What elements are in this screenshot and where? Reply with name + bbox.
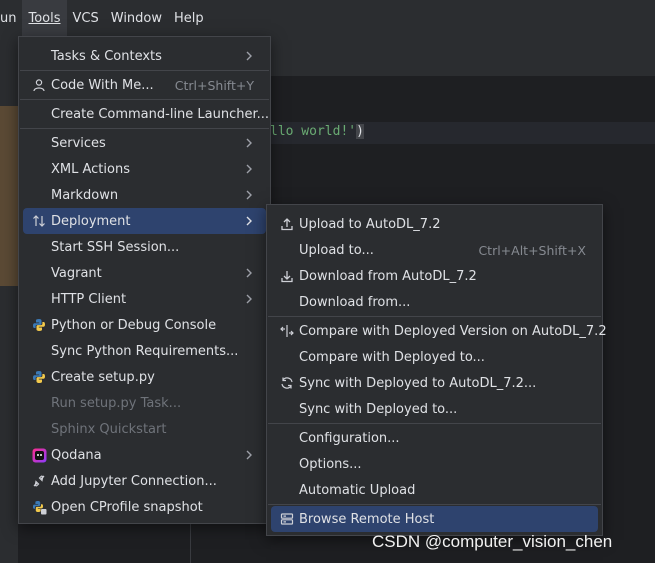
connection-icon [31,473,47,489]
menu-item-options[interactable]: Options... [271,451,598,477]
menu-item-python-console[interactable]: Python or Debug Console [23,312,266,338]
deployment-submenu: Upload to AutoDL_7.2 Upload to... Ctrl+A… [266,204,607,536]
menu-item-tasks-contexts[interactable]: Tasks & Contexts [23,43,266,69]
qodana-icon [31,447,47,463]
menu-item-open-cprofile[interactable]: Open CProfile snapshot [23,494,266,520]
python-icon [31,317,47,333]
menu-item-sync-deployed-to[interactable]: Sync with Deployed to... [271,396,598,422]
project-panel-strip [0,36,18,563]
menu-item-create-setup[interactable]: Create setup.py [23,364,266,390]
python-icon [31,369,47,385]
menu-item-download-from-autodl[interactable]: Download from AutoDL_7.2 [271,263,598,289]
menu-item-sphinx-quickstart: Sphinx Quickstart [51,421,167,437]
menu-item-xml-actions[interactable]: XML Actions [23,156,266,182]
code-line: llo world!') [270,124,364,139]
menu-item-code-with-me[interactable]: Code With Me... Ctrl+Shift+Y [23,72,266,98]
menu-item-qodana[interactable]: Qodana [23,442,266,468]
menu-item-configuration[interactable]: Configuration... [271,425,598,451]
menu-help[interactable]: Help [168,0,210,36]
user-icon [31,77,47,93]
tools-menu: Tasks & Contexts Code With Me... Ctrl+Sh… [18,36,271,524]
menu-item-add-jupyter[interactable]: Add Jupyter Connection... [23,468,266,494]
chevron-right-icon [246,216,252,226]
menu-tools[interactable]: Tools [22,0,67,36]
upload-icon [279,216,295,232]
menu-vcs[interactable]: VCS [67,0,105,36]
sync-icon [279,375,295,391]
chevron-right-icon [246,164,252,174]
menu-item-upload-to-autodl[interactable]: Upload to AutoDL_7.2 [271,211,598,237]
chevron-right-icon [246,190,252,200]
menu-item-automatic-upload[interactable]: Automatic Upload [271,477,598,503]
menu-item-sync-requirements[interactable]: Sync Python Requirements... [23,338,266,364]
menu-item-services[interactable]: Services [23,130,266,156]
menu-item-upload-to[interactable]: Upload to... Ctrl+Alt+Shift+X [271,237,598,263]
menu-run[interactable]: un [0,0,22,36]
panel-image [0,106,18,286]
menu-bar: un Tools VCS Window Help [0,0,655,36]
chevron-right-icon [246,51,252,61]
chevron-right-icon [246,450,252,460]
menu-item-markdown[interactable]: Markdown [23,182,266,208]
transfer-arrows-icon [31,213,47,229]
menu-item-vagrant[interactable]: Vagrant [23,260,266,286]
menu-item-start-ssh[interactable]: Start SSH Session... [23,234,266,260]
menu-item-sync-deployed-autodl[interactable]: Sync with Deployed to AutoDL_7.2... [271,370,598,396]
chevron-right-icon [246,138,252,148]
menu-item-deployment[interactable]: Deployment [23,208,266,234]
menu-item-browse-remote-host[interactable]: Browse Remote Host [271,506,598,532]
chevron-right-icon [246,268,252,278]
menu-item-compare-deployed-autodl[interactable]: Compare with Deployed Version on AutoDL_… [271,318,607,344]
menu-item-run-setup-task: Run setup.py Task... [51,395,182,411]
watermark: CSDN @computer_vision_chen [372,532,613,551]
python-profile-icon [31,499,47,515]
chevron-right-icon [246,294,252,304]
menu-item-http-client[interactable]: HTTP Client [23,286,266,312]
menu-item-create-launcher[interactable]: Create Command-line Launcher... [23,101,269,127]
menu-item-compare-deployed-to[interactable]: Compare with Deployed to... [271,344,598,370]
menu-item-download-from[interactable]: Download from... [271,289,598,315]
remote-host-icon [279,511,295,527]
download-icon [279,268,295,284]
compare-icon [279,323,295,339]
menu-window[interactable]: Window [105,0,168,36]
